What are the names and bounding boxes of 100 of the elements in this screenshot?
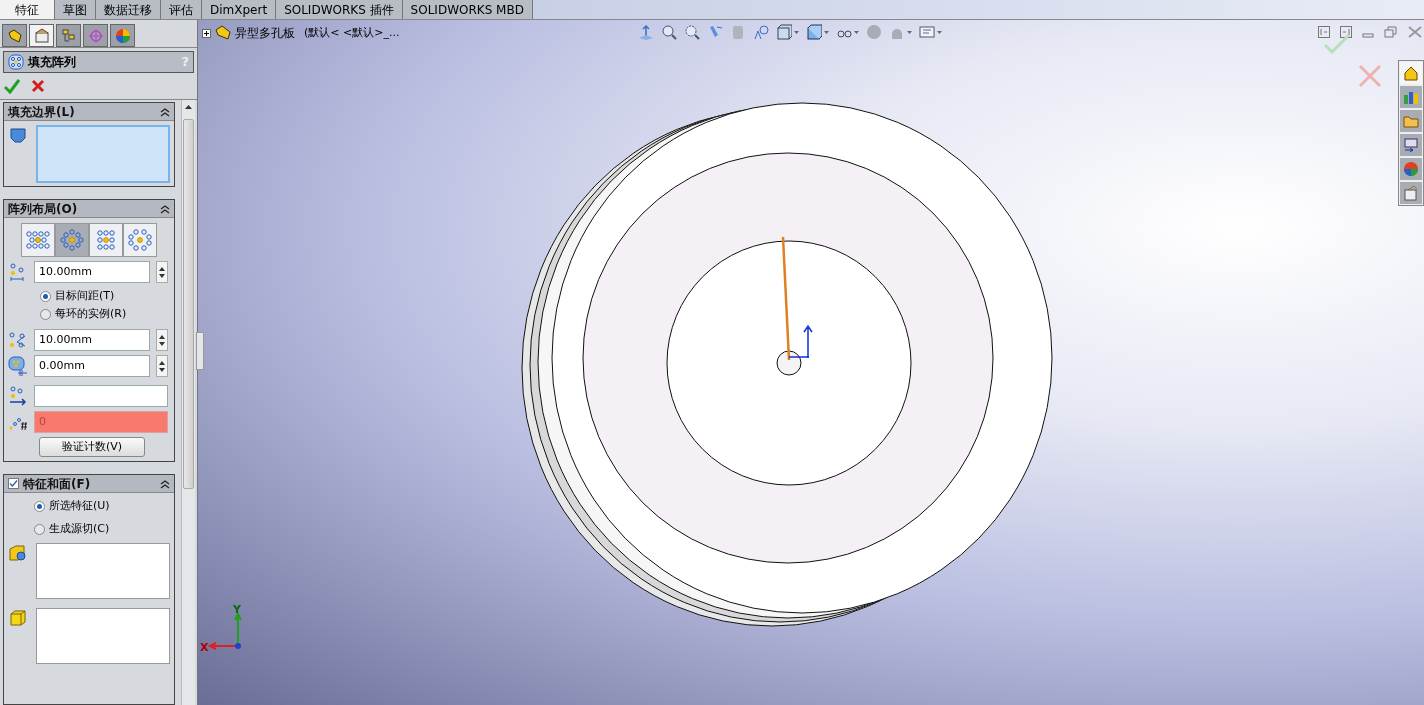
cancel-x-icon[interactable] xyxy=(30,78,46,94)
graphics-viewport[interactable]: 异型多孔板 (默认< <默认>_... Y X xyxy=(198,20,1424,705)
dropdown-icon[interactable] xyxy=(824,31,829,34)
collapse-icon[interactable] xyxy=(160,478,170,489)
confirm-check-icon[interactable] xyxy=(1324,34,1350,54)
margin-field[interactable]: 0.00mm xyxy=(34,355,150,377)
spinner-button[interactable] xyxy=(156,261,168,283)
radio-button[interactable] xyxy=(40,290,51,302)
disc-model-drawing[interactable] xyxy=(521,102,1053,627)
radio-label: 所选特征(U) xyxy=(49,497,110,514)
radio-button[interactable] xyxy=(40,308,51,320)
spinner-button[interactable] xyxy=(156,355,168,377)
boundary-face-icon xyxy=(8,125,28,145)
spacing-field[interactable]: 10.00mm xyxy=(34,261,150,283)
up-arrow-icon xyxy=(159,266,165,271)
layout-option-button[interactable] xyxy=(89,223,123,257)
checkbox[interactable] xyxy=(8,478,19,489)
tile-right-icon[interactable] xyxy=(1340,26,1352,38)
part-name[interactable]: 异型多孔板 xyxy=(235,24,295,42)
collapse-icon[interactable] xyxy=(160,203,170,214)
faces-selection-box[interactable] xyxy=(36,608,170,664)
scrollbar[interactable] xyxy=(181,100,195,705)
ribbon-tab[interactable]: SOLIDWORKS MBD xyxy=(402,0,533,19)
feature-icon xyxy=(8,543,28,563)
property-manager-title: 填充阵列 xyxy=(28,54,77,71)
down-arrow-icon xyxy=(159,273,165,278)
manager-tab[interactable] xyxy=(2,24,27,47)
manager-tab[interactable] xyxy=(83,24,108,47)
ribbon-tab[interactable]: 特征 xyxy=(0,0,55,19)
dropdown-icon[interactable] xyxy=(907,31,912,34)
ok-check-icon[interactable] xyxy=(4,78,20,94)
collapse-icon[interactable] xyxy=(160,106,170,117)
task-pane-tab[interactable] xyxy=(1400,182,1422,204)
view-toolbar-icon[interactable] xyxy=(753,24,769,41)
down-arrow-icon xyxy=(159,341,165,346)
section-header[interactable]: 填充边界(L) xyxy=(4,103,174,121)
manager-tab[interactable] xyxy=(110,24,135,47)
section-title: 阵列布局(O) xyxy=(8,200,79,218)
down-arrow-icon xyxy=(159,367,165,372)
panel-splitter-handle[interactable] xyxy=(196,332,204,370)
layout-icon xyxy=(1403,137,1419,153)
clipboard-icon xyxy=(1403,185,1419,201)
dropdown-icon[interactable] xyxy=(854,31,859,34)
section-title: 特征和面(F) xyxy=(23,475,92,493)
section-header[interactable]: 特征和面(F) xyxy=(4,475,174,493)
tile-left-icon[interactable] xyxy=(1318,26,1330,38)
ribbon-tab[interactable]: 评估 xyxy=(161,0,202,19)
section-header[interactable]: 阵列布局(O) xyxy=(4,200,174,218)
color-wheel-icon xyxy=(1403,161,1419,177)
direction-icon xyxy=(8,386,28,406)
close-icon[interactable] xyxy=(1408,26,1422,38)
up-arrow-icon xyxy=(159,334,165,339)
restore-icon[interactable] xyxy=(1384,26,1398,38)
manager-tab[interactable] xyxy=(29,24,54,47)
view-toolbar-icon[interactable] xyxy=(638,24,654,41)
verify-count-button[interactable]: 验证计数(V) xyxy=(39,437,145,457)
appearance-icon xyxy=(114,27,131,44)
view-toolbar-icon[interactable] xyxy=(776,24,792,41)
view-toolbar-icon[interactable] xyxy=(684,24,700,41)
ribbon-tab[interactable]: 数据迁移 xyxy=(96,0,161,19)
up-arrow-icon xyxy=(159,360,165,365)
margin-icon xyxy=(8,356,28,376)
task-pane-tab[interactable] xyxy=(1400,134,1422,156)
direction-field[interactable] xyxy=(34,385,168,407)
pattern-layout-icon xyxy=(24,228,52,252)
ribbon-tab[interactable]: 草图 xyxy=(55,0,96,19)
radio-button[interactable] xyxy=(34,523,45,535)
ribbon-tab[interactable]: DimXpert xyxy=(202,0,277,19)
layout-option-button[interactable] xyxy=(21,223,55,257)
expand-icon[interactable] xyxy=(202,28,211,38)
manager-tab[interactable] xyxy=(56,24,81,47)
pattern-layout-icon xyxy=(126,228,154,252)
y-axis-label: Y xyxy=(233,603,241,616)
angle-icon xyxy=(8,330,28,350)
view-toolbar-icon[interactable] xyxy=(661,24,677,41)
layout-option-button[interactable] xyxy=(55,223,89,257)
dropdown-icon[interactable] xyxy=(937,31,942,34)
radio-label: 每环的实例(R) xyxy=(55,305,127,322)
part-configuration: (默认< <默认>_... xyxy=(304,24,400,41)
axis-triad-drawing xyxy=(207,611,242,650)
pattern-layout-icon xyxy=(58,228,86,252)
section-title: 填充边界(L) xyxy=(8,103,76,121)
dropdown-icon[interactable] xyxy=(794,31,799,34)
crosshair-icon xyxy=(87,27,104,44)
ribbon-tab[interactable]: SOLIDWORKS 插件 xyxy=(276,0,403,19)
fill-pattern-icon xyxy=(8,54,24,70)
angle-field[interactable]: 10.00mm xyxy=(34,329,150,351)
home-icon xyxy=(1403,65,1419,81)
radio-button[interactable] xyxy=(34,500,45,512)
task-pane-tab[interactable] xyxy=(1400,86,1422,108)
scroll-up-icon[interactable] xyxy=(185,105,192,109)
spinner-button[interactable] xyxy=(156,329,168,351)
part-icon xyxy=(214,25,232,41)
radio-label: 生成源切(C) xyxy=(49,520,110,537)
view-toolbar-icon[interactable] xyxy=(806,24,822,41)
face-icon xyxy=(8,608,28,628)
radio-label: 目标间距(T) xyxy=(55,287,115,304)
features-selection-box[interactable] xyxy=(36,543,170,599)
folder-icon xyxy=(1403,113,1419,129)
task-pane-tab[interactable] xyxy=(1400,62,1422,84)
